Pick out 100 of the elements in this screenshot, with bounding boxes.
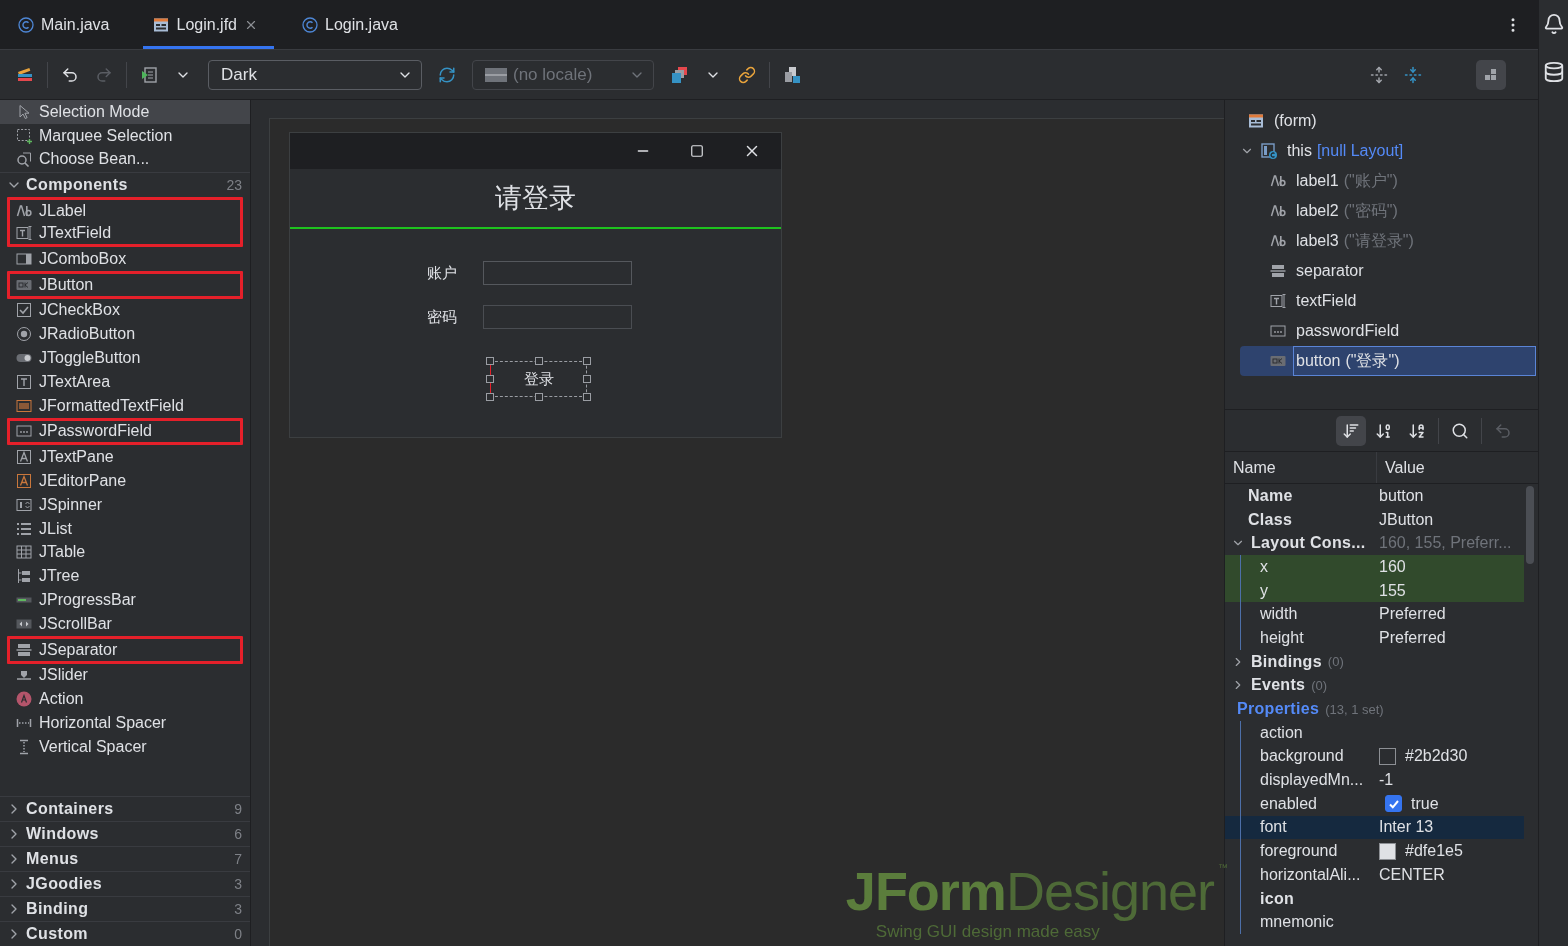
property-row[interactable]: font Inter 13 bbox=[1225, 815, 1524, 840]
text-pane-icon bbox=[16, 449, 32, 466]
label-icon bbox=[1270, 233, 1286, 249]
property-row[interactable]: y 155 bbox=[1225, 578, 1524, 603]
palette-item[interactable]: JFormattedTextField bbox=[0, 393, 250, 418]
editor-tab[interactable]: Main.java bbox=[8, 0, 126, 49]
property-group[interactable]: Layout Cons... 160, 155, Preferr... bbox=[1225, 531, 1524, 556]
property-name: action bbox=[1260, 723, 1303, 742]
palette-item[interactable]: JRadioButton bbox=[0, 322, 250, 347]
property-row[interactable]: action bbox=[1225, 720, 1524, 745]
palette-item[interactable]: JSeparator bbox=[10, 638, 240, 661]
tree-item[interactable]: textField bbox=[1240, 286, 1536, 316]
maximize-icon[interactable] bbox=[690, 144, 704, 158]
color-swatch[interactable] bbox=[1379, 747, 1396, 765]
label-icon bbox=[1270, 203, 1286, 219]
property-group[interactable]: Bindings (0) bbox=[1225, 649, 1524, 674]
palette-item[interactable]: JScrollBar bbox=[0, 611, 250, 636]
bell-icon[interactable] bbox=[1542, 13, 1565, 35]
sort-icon[interactable] bbox=[1335, 415, 1366, 446]
palette-item[interactable]: JTextArea bbox=[0, 369, 250, 394]
group-count: (0) bbox=[1311, 677, 1328, 693]
node-name: label1 bbox=[1296, 172, 1339, 190]
palette-section-header[interactable]: JGoodies 3 bbox=[0, 871, 250, 896]
palette-tool[interactable]: Choose Bean... bbox=[0, 147, 250, 172]
node-hint: ("账户") bbox=[1343, 170, 1398, 191]
palette-item[interactable]: JList bbox=[0, 516, 250, 541]
tree-item[interactable]: separator bbox=[1240, 256, 1536, 286]
spinner-icon bbox=[16, 496, 32, 513]
palette-item[interactable]: JEditorPane bbox=[0, 469, 250, 493]
property-row[interactable]: foreground #dfe1e5 bbox=[1225, 839, 1524, 863]
checkbox[interactable] bbox=[1385, 795, 1402, 813]
palette-section-header[interactable]: Components 23 bbox=[0, 172, 250, 198]
database-icon[interactable] bbox=[1542, 61, 1565, 83]
palette-item[interactable]: JLabel bbox=[10, 200, 240, 223]
property-group[interactable]: Events (0) bbox=[1225, 673, 1524, 698]
node-name: (form) bbox=[1274, 112, 1317, 130]
palette-item[interactable]: JTextField bbox=[10, 222, 240, 244]
palette-section-header[interactable]: Windows 6 bbox=[0, 821, 250, 846]
palette-item[interactable]: JComboBox bbox=[0, 247, 250, 271]
palette-item[interactable]: JProgressBar bbox=[0, 588, 250, 612]
cursor-icon bbox=[16, 103, 32, 120]
password-field-icon bbox=[16, 423, 32, 440]
magnifier-icon bbox=[16, 151, 32, 168]
form-window[interactable]: 请登录 账户 密码 登录 bbox=[289, 132, 782, 438]
editor-tab[interactable]: Login.java bbox=[292, 0, 414, 49]
theme-dropdown[interactable]: Dark bbox=[208, 59, 422, 90]
tree-item[interactable]: label3 ("请登录") bbox=[1240, 226, 1536, 256]
color-swatch[interactable] bbox=[1379, 842, 1396, 860]
palette-section-header[interactable]: Custom 0 bbox=[0, 921, 250, 946]
property-value: Inter 13 bbox=[1379, 818, 1434, 837]
palette-tool[interactable]: Marquee Selection bbox=[0, 123, 250, 148]
checkbox-icon bbox=[16, 302, 32, 319]
tree-item[interactable]: button ("登录") bbox=[1240, 346, 1536, 376]
property-row[interactable]: x 160 bbox=[1225, 555, 1524, 579]
property-row[interactable]: mnemonic bbox=[1225, 910, 1524, 935]
palette-item[interactable]: JSpinner bbox=[0, 492, 250, 517]
input-field[interactable] bbox=[483, 261, 632, 285]
palette-item[interactable]: Action bbox=[0, 687, 250, 712]
palette-item[interactable]: JTextPane bbox=[0, 445, 250, 470]
palette-section-header[interactable]: Menus 7 bbox=[0, 846, 250, 871]
formatted-field-icon bbox=[16, 397, 32, 414]
property-row[interactable]: height Preferred bbox=[1225, 626, 1524, 650]
palette-item[interactable]: JSlider bbox=[0, 663, 250, 688]
property-row[interactable]: enabled true bbox=[1225, 791, 1524, 816]
tree-item[interactable]: (form) bbox=[1240, 106, 1536, 136]
property-row[interactable]: displayedMn... -1 bbox=[1225, 768, 1524, 792]
property-row[interactable]: background #2b2d30 bbox=[1225, 744, 1524, 769]
palette-section-header[interactable]: Containers 9 bbox=[0, 796, 250, 821]
palette-tool[interactable]: Selection Mode bbox=[0, 100, 250, 124]
column-header[interactable]: Name bbox=[1225, 452, 1376, 483]
property-row[interactable]: width Preferred bbox=[1225, 602, 1524, 627]
property-row[interactable]: icon bbox=[1225, 886, 1524, 911]
palette-item[interactable]: Vertical Spacer bbox=[0, 734, 250, 759]
palette-item[interactable]: JButton bbox=[10, 273, 240, 296]
property-name: mnemonic bbox=[1260, 913, 1334, 932]
property-name: font bbox=[1260, 818, 1287, 837]
tree-item[interactable]: label2 ("密码") bbox=[1240, 196, 1536, 226]
scrollbar-thumb[interactable] bbox=[1526, 486, 1534, 564]
palette-section-header[interactable]: Binding 3 bbox=[0, 896, 250, 921]
logo-tagline: Swing GUI design made easy bbox=[875, 922, 1101, 942]
password-field[interactable] bbox=[483, 305, 632, 329]
node-hint: ("登录") bbox=[1345, 350, 1400, 371]
editor-tab[interactable]: Login.jfd bbox=[143, 0, 274, 49]
property-name: enabled bbox=[1260, 794, 1317, 813]
tree-item[interactable]: passwordField bbox=[1240, 316, 1536, 346]
palette-item[interactable]: JCheckBox bbox=[0, 298, 250, 323]
tree-item[interactable]: label1 ("账户") bbox=[1240, 166, 1536, 196]
property-name: horizontalAli... bbox=[1260, 865, 1361, 884]
palette-item[interactable]: Horizontal Spacer bbox=[0, 711, 250, 735]
palette-item[interactable]: JPasswordField bbox=[10, 420, 240, 443]
property-name: width bbox=[1260, 605, 1298, 624]
palette-item[interactable]: JTree bbox=[0, 564, 250, 589]
palette-item[interactable]: JTable bbox=[0, 540, 250, 565]
group-count: (13, 1 set) bbox=[1325, 701, 1384, 717]
grid-icon[interactable] bbox=[1476, 59, 1506, 90]
password-field-icon bbox=[1270, 323, 1286, 339]
property-row[interactable]: horizontalAli... CENTER bbox=[1225, 863, 1524, 887]
property-group[interactable]: Properties (13, 1 set) bbox=[1225, 697, 1524, 721]
palette-item[interactable]: JToggleButton bbox=[0, 346, 250, 370]
tree-item[interactable]: this [null Layout] bbox=[1240, 136, 1536, 166]
